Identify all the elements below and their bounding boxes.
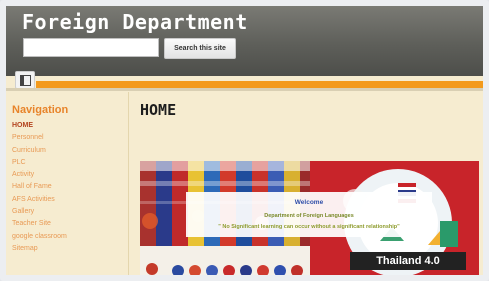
page-title: HOME [140,101,177,119]
sidebar-item-personnel[interactable]: Personnel [12,132,67,144]
sidebar-item-curriculum[interactable]: Curriculum [12,145,67,157]
sidebar-item-plc[interactable]: PLC [12,157,67,169]
site-title[interactable]: Foreign Department [22,10,248,34]
sidebar-item-google-classroom[interactable]: google classroom [12,231,67,243]
nav-heading: Navigation [12,104,69,116]
sidebar-item-hall-of-fame[interactable]: Hall of Fame [12,181,67,193]
sidebar-toggle-button[interactable] [15,71,35,89]
thailand-label: Thailand 4.0 [350,252,466,270]
search-button[interactable]: Search this site [164,38,236,59]
site-header: Foreign Department Search this site [6,6,483,76]
welcome-title: Welcome [294,199,324,206]
sidebar-item-activity[interactable]: Activity [12,169,67,181]
welcome-quote: " No Significant learning can occur with… [218,224,400,230]
sidebar-item-afs-activities[interactable]: AFS Activities [12,194,67,206]
sidebar-toggle-icon [20,75,31,86]
sidebar-item-home[interactable]: HOME [12,120,67,132]
sidebar: Navigation HOME Personnel Curriculum PLC… [6,92,128,275]
accent-bar-shadow [6,88,483,91]
sidebar-item-teacher-site[interactable]: Teacher Site [12,218,67,230]
search-input[interactable] [23,38,159,57]
globe-row [140,246,310,275]
welcome-card: Welcome Department of Foreign Languages … [186,192,432,237]
sidebar-divider [128,92,129,275]
sidebar-item-sitemap[interactable]: Sitemap [12,243,67,255]
page-frame: Foreign Department Search this site Navi… [0,0,489,281]
nav-list: HOME Personnel Curriculum PLC Activity H… [12,120,67,255]
department-name: Department of Foreign Languages [264,213,354,219]
accent-bar [36,81,483,88]
sidebar-item-gallery[interactable]: Gallery [12,206,67,218]
